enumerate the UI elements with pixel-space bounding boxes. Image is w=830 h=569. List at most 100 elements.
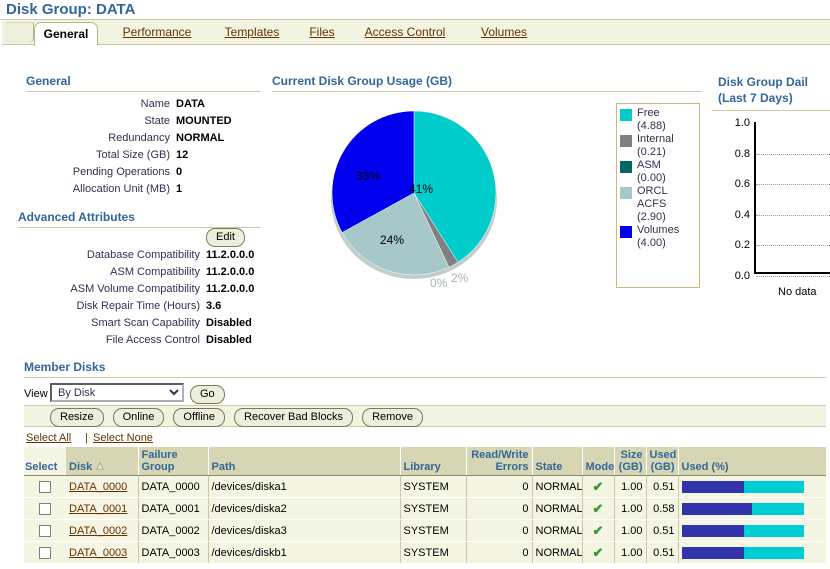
row-library-cell: SYSTEM	[400, 476, 466, 498]
column-header-path[interactable]: Path	[208, 447, 400, 476]
sort-ascending-icon	[96, 462, 104, 470]
tab-performance[interactable]: Performance	[112, 22, 202, 44]
column-header-failure-group[interactable]: Failure Group	[138, 447, 208, 476]
go-button-wrap: Go	[190, 385, 225, 404]
row-errors-cell: 0	[466, 498, 532, 520]
general-label-5: Allocation Unit (MB)	[26, 183, 170, 195]
legend-value: (2.90)	[637, 211, 697, 224]
edit-button-wrap: Edit	[206, 228, 245, 247]
column-header-rw-errors[interactable]: Read/Write Errors	[466, 447, 532, 476]
advanced-value-5: Disabled	[206, 334, 252, 346]
column-header-size[interactable]: Size (GB)	[614, 447, 646, 476]
tab-label: Access Control	[365, 25, 446, 39]
remove-button[interactable]: Remove	[362, 408, 423, 427]
edit-button[interactable]: Edit	[206, 228, 245, 247]
row-size-cell: 1.00	[614, 498, 646, 520]
row-mode-cell: ✔	[582, 542, 614, 564]
daily-chart-heading: Disk Group Dail (Last 7 Days)	[718, 74, 808, 106]
table-row: DATA_0001DATA_0001/devices/diska2SYSTEM0…	[24, 498, 826, 520]
column-header-select[interactable]: Select	[24, 447, 66, 476]
legend-label: ORCL ACFS(2.90)	[637, 185, 697, 224]
legend-value: (4.00)	[637, 237, 697, 250]
select-all-link[interactable]: Select All	[26, 432, 71, 444]
page-title: Disk Group: DATA	[6, 1, 135, 18]
general-label-2: Redundancy	[26, 132, 170, 144]
legend-swatch-icon	[620, 187, 632, 199]
row-select-cell	[24, 542, 66, 564]
row-disk-cell[interactable]: DATA_0003	[66, 542, 138, 564]
row-size-cell: 1.00	[614, 520, 646, 542]
disk-link[interactable]: DATA_0000	[69, 481, 127, 493]
advanced-label-0: Database Compatibility	[14, 249, 200, 261]
check-mark-icon: ✔	[593, 479, 604, 494]
row-checkbox[interactable]	[39, 481, 51, 493]
select-none-link[interactable]: Select None	[93, 432, 153, 444]
row-checkbox[interactable]	[39, 525, 51, 537]
offline-button[interactable]: Offline	[173, 408, 225, 427]
row-checkbox[interactable]	[39, 503, 51, 515]
row-failure-group-cell: DATA_0003	[138, 542, 208, 564]
advanced-value-1: 11.2.0.0.0	[206, 266, 254, 278]
tab-label: General	[44, 27, 89, 41]
disk-link[interactable]: DATA_0003	[69, 547, 127, 559]
pie-label-2: 24%	[380, 233, 404, 247]
general-section-divider	[26, 91, 260, 92]
advanced-value-3: 3.6	[206, 300, 221, 312]
row-errors-cell: 0	[466, 520, 532, 542]
daily-chart-gridline-5	[756, 276, 830, 277]
used-percent-bar-fill	[682, 525, 744, 537]
row-used-gb-cell: 0.51	[646, 542, 678, 564]
general-value-1: MOUNTED	[176, 115, 232, 127]
legend-value: (0.00)	[637, 172, 697, 185]
column-header-used-pct[interactable]: Used (%)	[678, 447, 826, 476]
used-percent-bar	[682, 525, 804, 537]
column-header-library[interactable]: Library	[400, 447, 466, 476]
usage-chart-divider	[272, 91, 702, 92]
row-disk-cell[interactable]: DATA_0002	[66, 520, 138, 542]
tab-templates[interactable]: Templates	[213, 22, 291, 44]
tab-bar: General Performance Templates Files Access C…	[0, 20, 830, 45]
daily-chart-x-axis-line	[754, 272, 830, 274]
legend-item-asm: ASM(0.00)	[617, 159, 697, 185]
row-used-gb-cell: 0.51	[646, 520, 678, 542]
row-select-cell	[24, 476, 66, 498]
recover-bad-blocks-button[interactable]: Recover Bad Blocks	[234, 408, 353, 427]
check-mark-icon: ✔	[593, 523, 604, 538]
tab-general[interactable]: General	[34, 22, 98, 46]
tab-label: Volumes	[481, 25, 527, 39]
legend-swatch-icon	[620, 161, 632, 173]
pie-label-1: 33%	[356, 169, 380, 183]
online-button[interactable]: Online	[113, 408, 165, 427]
view-select[interactable]: By Disk	[50, 383, 184, 402]
row-used-pct-cell	[678, 542, 826, 564]
column-header-used-gb[interactable]: Used (GB)	[646, 447, 678, 476]
tab-access-control[interactable]: Access Control	[353, 22, 457, 44]
row-size-cell: 1.00	[614, 476, 646, 498]
column-header-state[interactable]: State	[532, 447, 582, 476]
tab-stub	[6, 22, 34, 43]
pie-label-4: 0%	[430, 276, 447, 290]
row-library-cell: SYSTEM	[400, 520, 466, 542]
disk-link[interactable]: DATA_0001	[69, 503, 127, 515]
row-disk-cell[interactable]: DATA_0000	[66, 476, 138, 498]
row-checkbox[interactable]	[39, 547, 51, 559]
go-button[interactable]: Go	[190, 385, 225, 404]
general-label-3: Total Size (GB)	[26, 149, 170, 161]
table-row: DATA_0002DATA_0002/devices/diska3SYSTEM0…	[24, 520, 826, 542]
column-header-mode[interactable]: Mode	[582, 447, 614, 476]
general-value-3: 12	[176, 149, 188, 161]
resize-button[interactable]: Resize	[50, 408, 104, 427]
disk-link[interactable]: DATA_0002	[69, 525, 127, 537]
left-frame-edge	[0, 20, 2, 569]
daily-chart-ytick-4: 0.2	[712, 239, 750, 251]
used-percent-bar	[682, 547, 804, 559]
legend-item-internal: Internal(0.21)	[617, 133, 697, 159]
row-mode-cell: ✔	[582, 476, 614, 498]
usage-chart-heading: Current Disk Group Usage (GB)	[272, 74, 452, 88]
column-header-disk[interactable]: Disk	[66, 447, 138, 476]
legend-item-volumes: Volumes(4.00)	[617, 224, 697, 250]
tab-files[interactable]: Files	[300, 22, 344, 44]
tab-volumes[interactable]: Volumes	[467, 22, 541, 44]
row-disk-cell[interactable]: DATA_0001	[66, 498, 138, 520]
disk-group-page: Disk Group: DATA General Performance Templ…	[0, 0, 830, 569]
